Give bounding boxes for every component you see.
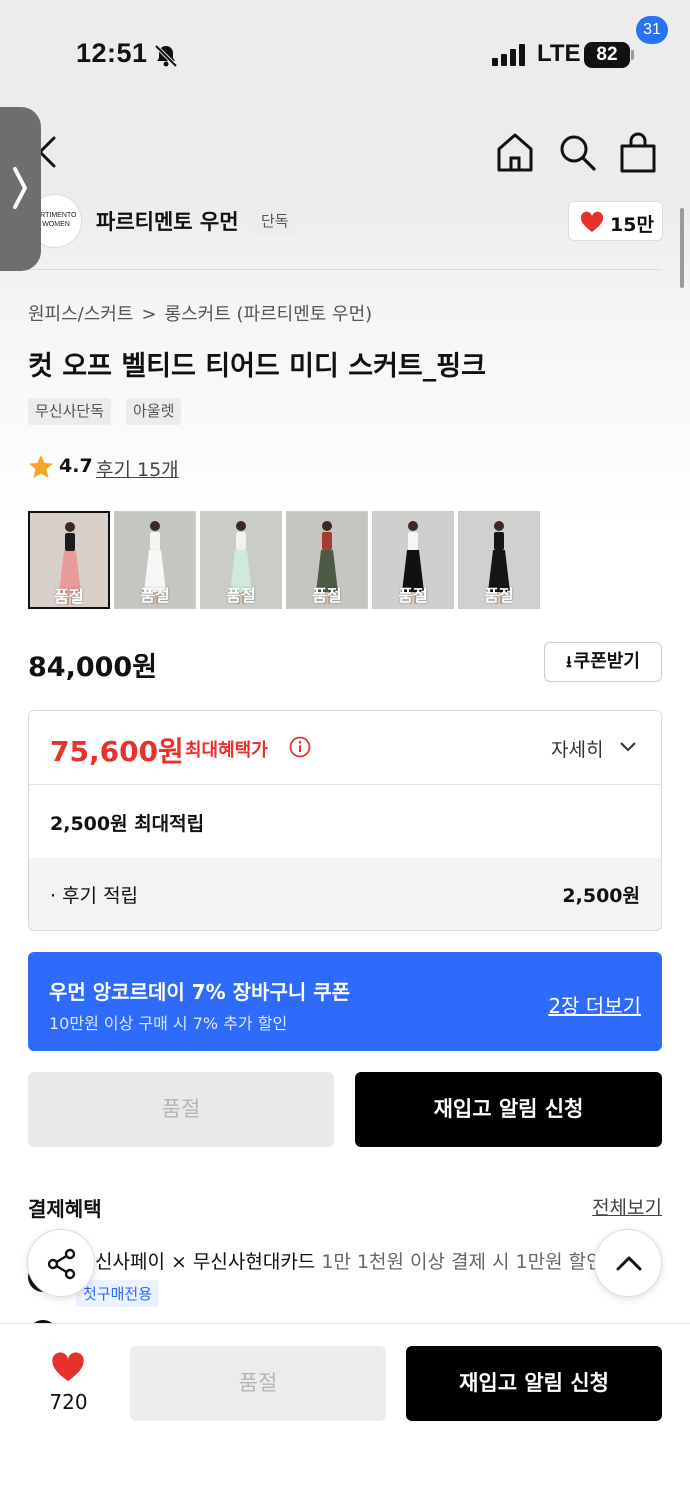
review-points-row: · 후기 적립 2,500원 <box>29 858 661 930</box>
brand-like-button[interactable]: 15만 <box>568 201 663 241</box>
status-time: 12:51 <box>76 38 148 68</box>
product-title: 컷 오프 벨티드 티어드 미디 스커트_핑크 <box>28 351 486 382</box>
coupon-download-button[interactable]: ⭳ 쿠폰받기 <box>544 642 662 682</box>
home-icon[interactable] <box>494 130 536 174</box>
payment-offer-detail: 1만 1천원 이상 결제 시 1만원 할인 <box>315 1251 604 1273</box>
payment-offer-main: 신사페이 × 무신사현대카드 <box>95 1251 316 1273</box>
heart-icon[interactable] <box>51 1351 85 1383</box>
product-thumbnail[interactable]: 품절 <box>28 511 110 609</box>
max-benefit-label: 최대혜택가 <box>185 740 268 761</box>
max-benefit-price: 75,600원 <box>50 735 184 768</box>
max-points: 2,500원 최대적립 <box>50 813 205 835</box>
top-nav-bar <box>0 110 690 195</box>
brand-like-count: 15만 <box>610 214 654 236</box>
bottom-action-bar: 720 품절 재입고 알림 신청 <box>0 1323 690 1500</box>
coupon-banner-title: 우먼 앙코르데이 7% 장바구니 쿠폰 <box>49 980 351 1004</box>
payment-offer: 신사페이 × 무신사현대카드 1만 1천원 이상 결제 시 1만원 할인 <box>95 1247 620 1274</box>
download-icon: ⭳ <box>566 652 572 671</box>
soldout-label: 품절 <box>226 586 256 605</box>
network-type: LTE <box>537 40 581 67</box>
cart-count-badge: 31 <box>636 16 668 44</box>
scrollbar[interactable] <box>680 208 684 288</box>
restock-alert-button[interactable]: 재입고 알림 신청 <box>355 1072 662 1147</box>
soldout-label: 품절 <box>398 586 428 605</box>
share-icon <box>47 1248 76 1280</box>
coupon-button-label: 쿠폰받기 <box>573 651 640 672</box>
benefit-detail-toggle[interactable]: 자세히 <box>551 735 603 762</box>
share-button[interactable] <box>27 1229 95 1297</box>
soldout-label: 품절 <box>484 586 514 605</box>
chevron-right-icon <box>13 167 27 209</box>
tag-outlet: 아울렛 <box>126 398 182 425</box>
chevron-up-icon <box>616 1256 642 1271</box>
soldout-label: 품절 <box>140 586 170 605</box>
cart-coupon-banner[interactable]: 우먼 앙코르데이 7% 장바구니 쿠폰 10만원 이상 구매 시 7% 추가 할… <box>28 952 662 1051</box>
bottom-soldout-button: 품절 <box>130 1346 386 1421</box>
review-points-label: · 후기 적립 <box>50 885 139 907</box>
divider <box>28 269 662 270</box>
coupon-more-link[interactable]: 2장 더보기 <box>548 990 641 1019</box>
brand-name[interactable]: 파르티멘토 우먼 <box>96 206 239 236</box>
info-icon[interactable] <box>289 736 311 758</box>
product-price: 84,000원 <box>28 652 158 683</box>
battery-tip <box>631 50 634 60</box>
breadcrumb-separator: > <box>141 304 157 325</box>
payment-view-all-link[interactable]: 전체보기 <box>592 1193 662 1220</box>
star-icon <box>29 455 53 478</box>
scroll-to-top-button[interactable] <box>594 1229 662 1297</box>
divider <box>29 784 661 785</box>
soldout-label: 품절 <box>54 587 84 606</box>
product-thumbnail[interactable]: 품절 <box>458 511 540 609</box>
soldout-label: 품절 <box>312 586 342 605</box>
side-drawer-handle[interactable] <box>0 107 41 271</box>
search-icon[interactable] <box>556 130 598 174</box>
signal-icon <box>492 44 526 66</box>
review-link[interactable]: 후기 15개 <box>96 455 179 482</box>
product-like-count: 720 <box>49 1390 88 1414</box>
battery-icon: 82 <box>584 42 630 68</box>
bell-off-icon <box>154 44 178 68</box>
product-thumbnail[interactable]: 품절 <box>286 511 368 609</box>
rating-value: 4.7 <box>59 455 93 477</box>
bottom-restock-alert-button[interactable]: 재입고 알림 신청 <box>406 1346 662 1421</box>
first-purchase-tag: 첫구매전용 <box>76 1280 160 1307</box>
chevron-down-icon[interactable] <box>619 741 637 753</box>
status-bar: 12:51 LTE 82 <box>0 0 690 110</box>
product-thumbnail[interactable]: 품절 <box>372 511 454 609</box>
benefit-box: 75,600원 최대혜택가 자세히 2,500원 최대적립 · 후기 적립 2,… <box>28 710 662 931</box>
product-thumbnail[interactable]: 품절 <box>200 511 282 609</box>
coupon-banner-subtitle: 10만원 이상 구매 시 7% 추가 할인 <box>49 1014 288 1033</box>
brand-exclusive-tag: 단독 <box>255 207 295 234</box>
bag-icon[interactable] <box>618 132 658 174</box>
breadcrumb-category[interactable]: 원피스/스커트 <box>28 304 133 325</box>
breadcrumb-subcategory[interactable]: 롱스커트 (파르티멘토 우먼) <box>165 304 373 325</box>
product-thumbnail[interactable]: 품절 <box>114 511 196 609</box>
review-points-value: 2,500원 <box>562 885 640 907</box>
breadcrumb: 원피스/스커트 > 롱스커트 (파르티멘토 우먼) <box>28 300 372 326</box>
tag-musinsa-exclusive: 무신사단독 <box>28 398 112 425</box>
payment-benefits-title: 결제혜택 <box>28 1197 102 1221</box>
heart-icon <box>580 211 604 232</box>
soldout-button: 품절 <box>28 1072 334 1147</box>
